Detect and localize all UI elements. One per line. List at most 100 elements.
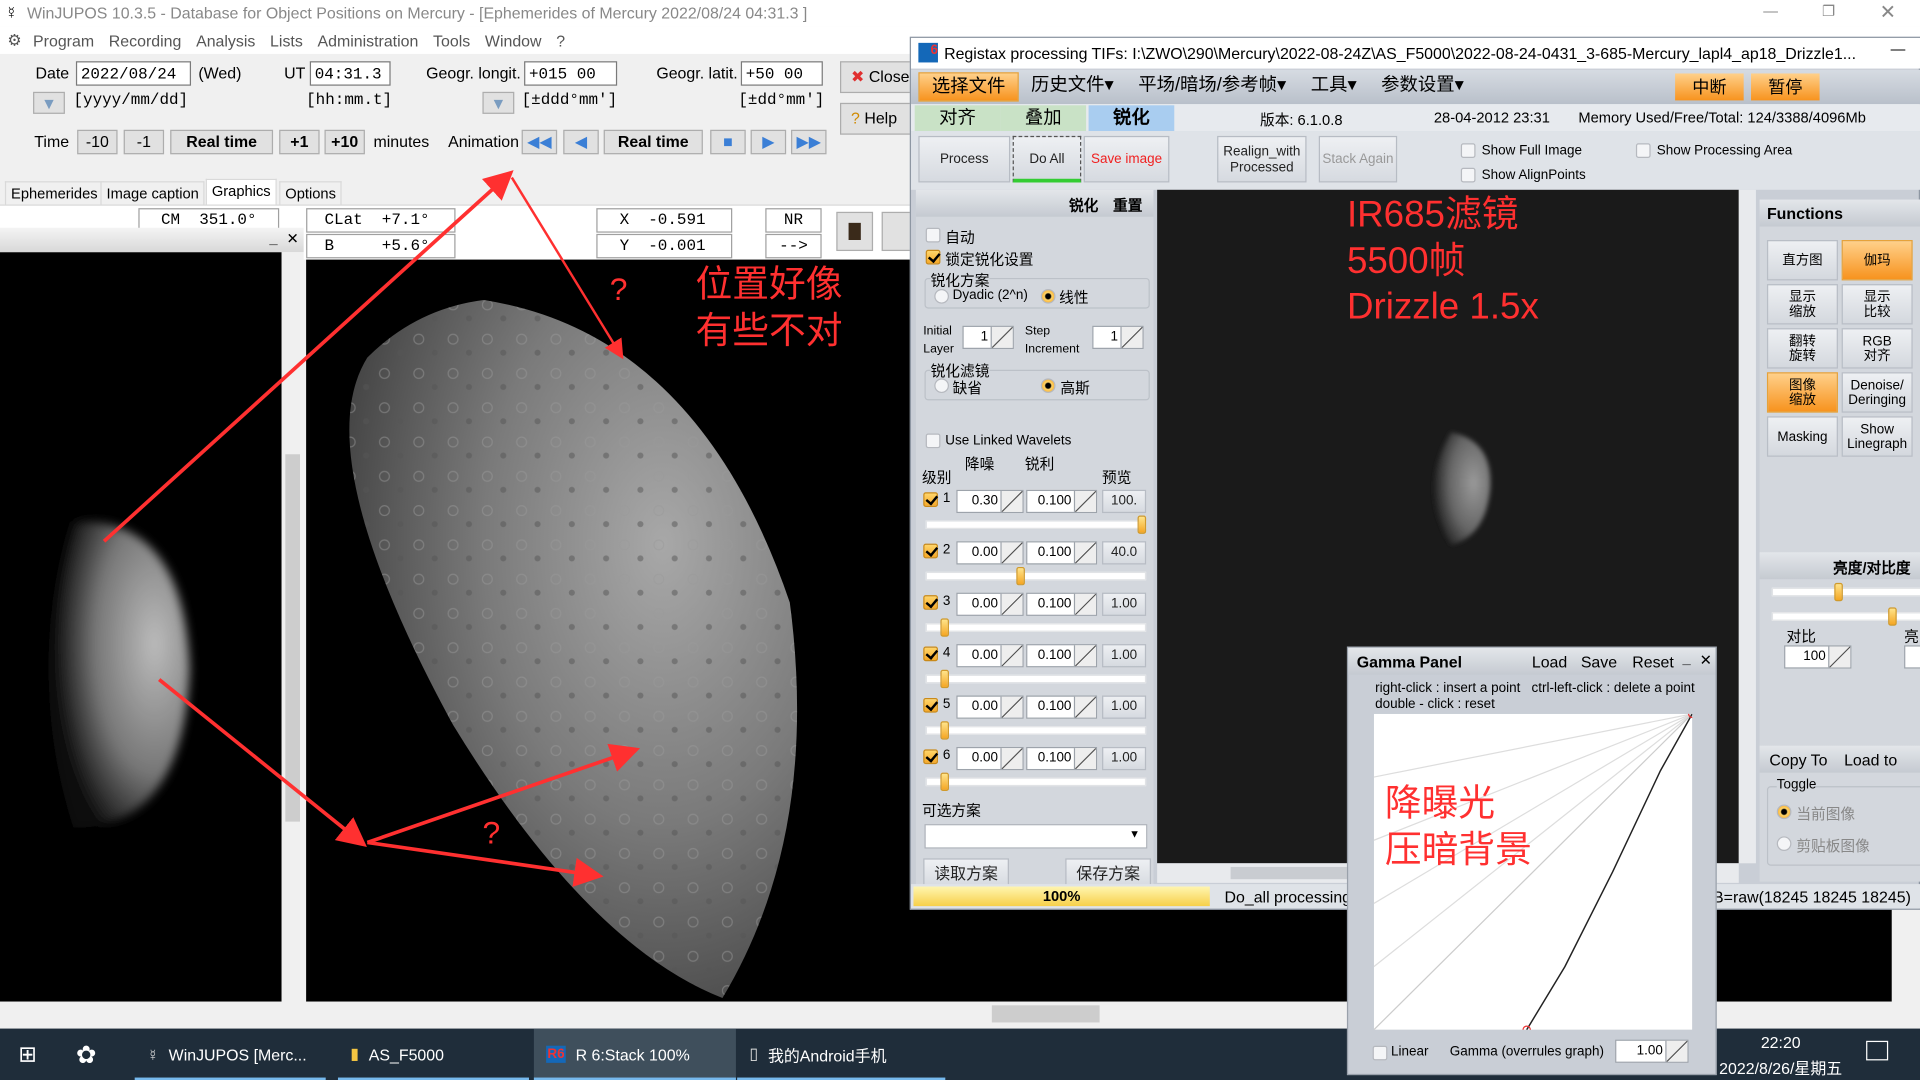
clock-time[interactable]: 22:20 [1761,1033,1801,1051]
close-icon[interactable]: ✕ [1880,0,1896,24]
menu-program[interactable]: Program [33,32,94,50]
show-full-image-checkbox[interactable] [1460,143,1476,158]
clock-date[interactable]: 2022/8/26/星期五 [1719,1056,1842,1079]
subwindow-hscrollbar[interactable] [0,1001,304,1027]
function-button[interactable]: 图像 缩放 [1766,372,1838,413]
help-button[interactable]: ? Help [840,102,914,135]
function-button[interactable]: 显示 缩放 [1766,284,1838,325]
gamma-close-icon[interactable]: ✕ [1700,651,1712,668]
taskbar-item[interactable]: ☿ WinJUPOS [Merc... [134,1029,326,1080]
latitude-input[interactable]: +50 00 [740,61,823,86]
toggle-current-radio[interactable] [1776,804,1792,820]
brightness-spinner[interactable] [1904,645,1920,669]
layer-checkbox[interactable] [923,595,938,610]
layer-slider[interactable] [925,669,1147,689]
menu-analysis[interactable]: Analysis [196,32,255,50]
longitude-input[interactable]: +015 00 [524,61,618,86]
copy-to-button[interactable]: Copy To [1769,751,1827,769]
sharpen-header-button[interactable]: 锐化 [1069,195,1098,216]
step-back-button[interactable]: ◀ [563,129,599,155]
filter-gauss-radio[interactable] [1040,378,1056,394]
longitude-dropdown-button[interactable]: ▼ [482,91,515,114]
menu-recording[interactable]: Recording [109,32,182,50]
date-dropdown-button[interactable]: ▼ [33,91,65,114]
registax-tab[interactable]: 对齐 [914,105,1001,132]
tab-options[interactable]: Options [279,181,343,205]
taskbar-item[interactable]: ▮ AS_F5000 [337,1029,529,1080]
fast-rewind-button[interactable]: ◀◀ [521,129,558,155]
layer-preview-button[interactable]: 40.0 [1102,541,1147,565]
contrast-slider-thumb[interactable] [1887,607,1897,626]
layer-denoise-spinner[interactable]: 0.30 [956,489,1024,514]
subwindow-vscrollbar[interactable] [281,252,304,1002]
function-button[interactable]: 直方图 [1766,240,1838,281]
layer-preview-button[interactable]: 1.00 [1102,592,1147,616]
contrast-spinner[interactable]: 100 [1784,645,1852,669]
windows-start-icon[interactable]: ⊞ [18,1042,36,1068]
load-to-button[interactable]: Load to [1844,751,1897,769]
layer-slider-thumb[interactable] [940,772,950,792]
linked-wavelets-checkbox[interactable] [925,433,941,449]
layer-slider[interactable] [925,566,1147,586]
function-button[interactable]: 显示 比较 [1841,284,1913,325]
show-alignpoints-checkbox[interactable] [1460,167,1476,183]
animation-realtime-button[interactable]: Real time [603,129,703,155]
realign-button[interactable]: Realign_with Processed [1217,135,1307,183]
menu-administration[interactable]: Administration [317,32,418,50]
gamma-save-button[interactable]: Save [1581,653,1617,671]
gamma-minimize-icon[interactable]: _ [1682,650,1690,667]
menu-window[interactable]: Window [485,32,542,50]
reset-header-button[interactable]: 重置 [1113,195,1142,216]
subwindow-minimize-icon[interactable]: _ [269,230,277,247]
fast-forward-button[interactable]: ▶▶ [791,129,827,155]
function-button[interactable]: Denoise/ Deringing [1841,372,1913,413]
function-button[interactable]: 伽玛 [1841,240,1913,281]
app-pinned-icon[interactable]: ✿ [76,1040,97,1071]
brightness-slider-thumb[interactable] [1834,582,1843,602]
registax-menu-item[interactable]: 工具▾ [1298,72,1368,101]
subwindow-close-icon[interactable]: ✕ [287,230,299,247]
menu-lists[interactable]: Lists [270,32,303,50]
do-all-button[interactable]: Do All [1012,135,1082,183]
layer-denoise-spinner[interactable]: 0.00 [956,541,1024,565]
stop-button[interactable]: ■ [710,129,746,155]
layer-denoise-spinner[interactable]: 0.00 [956,746,1024,771]
menu-help[interactable]: ? [556,32,565,50]
film-button[interactable] [836,211,874,252]
layer-checkbox[interactable] [923,697,938,713]
toggle-clipboard-radio[interactable] [1776,836,1792,852]
layer-sharpen-spinner[interactable]: 0.100 [1026,489,1098,514]
process-button[interactable]: Process [918,135,1011,183]
layer-slider-thumb[interactable] [940,721,950,740]
layer-preview-button[interactable]: 100. [1102,489,1147,514]
registax-vscrollbar[interactable] [1738,189,1756,864]
dyadic-radio[interactable] [934,288,949,304]
gamma-reset-button[interactable]: Reset [1632,653,1674,671]
layer-slider-thumb[interactable] [1016,566,1026,586]
plus10-button[interactable]: +10 [324,129,365,155]
tab-graphics[interactable]: Graphics [205,178,277,205]
layer-sharpen-spinner[interactable]: 0.100 [1026,541,1098,565]
gamma-value-spinner[interactable]: 1.00 [1615,1039,1689,1063]
layer-denoise-spinner[interactable]: 0.00 [956,592,1024,616]
ut-input[interactable]: 04:31.3 [309,61,391,86]
layer-slider-thumb[interactable] [940,618,950,637]
layer-sharpen-spinner[interactable]: 0.100 [1026,695,1098,719]
function-button[interactable]: Masking [1766,416,1838,457]
layer-slider-thumb[interactable] [940,669,950,689]
layer-preview-button[interactable]: 1.00 [1102,746,1147,771]
tab-image-caption[interactable]: Image caption [100,181,205,205]
layer-checkbox[interactable] [923,646,938,662]
function-button[interactable]: 翻转 旋转 [1766,328,1838,369]
realtime-button[interactable]: Real time [170,129,274,155]
registax-menu-item[interactable]: 历史文件▾ [1019,72,1126,101]
layer-sharpen-spinner[interactable]: 0.100 [1026,746,1098,771]
restore-icon[interactable]: ❐ [1822,2,1835,19]
gamma-linear-checkbox[interactable] [1372,1045,1388,1061]
nr-button[interactable]: NR [765,208,822,233]
gamma-load-button[interactable]: Load [1532,653,1567,671]
minimize-icon[interactable]: — [1763,2,1778,19]
layer-preview-button[interactable]: 1.00 [1102,644,1147,668]
linear-radio[interactable] [1040,288,1056,304]
registax-menu-item[interactable]: 参数设置▾ [1369,72,1476,101]
